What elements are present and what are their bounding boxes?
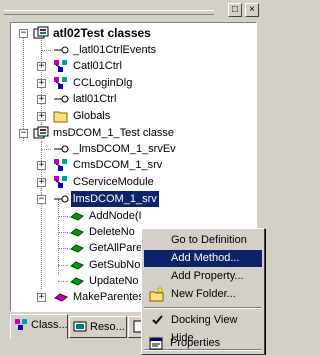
tree-node-label: Catl01Ctrl — [73, 60, 122, 72]
tree-node-label: _latl01CtrlEvents — [73, 44, 157, 56]
class-icon — [54, 60, 67, 72]
interface-icon — [54, 46, 69, 54]
resource-view-icon — [73, 321, 87, 332]
project-icon — [33, 26, 49, 39]
tree-node-label: UpdateNo — [89, 275, 139, 287]
method-icon — [70, 277, 84, 286]
expand-toggle[interactable]: + — [37, 79, 46, 88]
menu-item-label: Add Method... — [171, 252, 240, 264]
method-icon — [70, 261, 84, 270]
tree-node-label: CmsDCOM_1_srv — [73, 159, 163, 171]
tree-line — [23, 37, 24, 141]
menu-item-go-to-definition[interactable]: Go to Definition — [144, 232, 262, 249]
tab-class-view[interactable]: Class... — [10, 314, 68, 339]
panel-titlebar: □ × — [0, 0, 265, 22]
tree-node-label: DeleteNo — [89, 226, 135, 238]
menu-item-docking-view[interactable]: Docking View — [144, 312, 262, 329]
tree-line — [58, 232, 68, 233]
class-icon — [54, 77, 67, 89]
function-icon — [54, 293, 68, 302]
tab-resource-view[interactable]: Reso... — [69, 316, 127, 338]
expand-toggle[interactable]: + — [37, 95, 46, 104]
menu-item-add-property[interactable]: Add Property... — [144, 268, 262, 285]
tree-line — [58, 248, 68, 249]
tab-label: Class... — [31, 319, 68, 331]
tree-node-label: msDCOM_1_Test classe — [53, 127, 175, 139]
menu-item-add-method[interactable]: Add Method... — [144, 250, 262, 267]
menu-item-label: Go to Definition — [171, 234, 247, 246]
tree-node-label: GetSubNo — [89, 259, 141, 271]
tree-line — [58, 281, 68, 282]
tab-label: Reso... — [90, 321, 125, 333]
menu-item-label: Properties — [170, 337, 221, 349]
menu-item-properties[interactable]: Properties — [143, 335, 261, 352]
expand-toggle[interactable]: + — [37, 293, 46, 302]
tree-node-label: CCLoginDlg — [73, 77, 133, 89]
close-button[interactable]: × — [245, 3, 259, 17]
project-icon — [33, 126, 49, 139]
check-icon — [152, 315, 163, 325]
tree-line — [58, 265, 68, 266]
expand-toggle[interactable]: + — [37, 62, 46, 71]
menu-item-label: Add Property... — [171, 270, 244, 282]
expand-toggle[interactable]: + — [37, 112, 46, 121]
menu-separator — [144, 307, 262, 309]
tree-node-label: Globals — [73, 110, 111, 122]
interface-icon — [54, 145, 69, 153]
pin-button[interactable]: □ — [228, 3, 242, 17]
collapse-toggle[interactable]: − — [37, 195, 46, 204]
menu-item-label: New Folder... — [171, 288, 236, 300]
tree-line — [41, 149, 51, 150]
menu-item-label: Docking View — [171, 314, 238, 326]
tree-node-label: AddNode(I — [89, 210, 142, 222]
method-icon — [70, 212, 84, 221]
expand-toggle[interactable]: + — [37, 161, 46, 170]
interface-icon — [54, 95, 69, 103]
tree-line — [58, 199, 59, 275]
menu-item-new-folder[interactable]: New Folder... — [144, 286, 262, 303]
collapse-toggle[interactable]: − — [19, 129, 28, 138]
class-view-icon — [15, 319, 27, 330]
tree-node-label: _lmsDCOM_1_srvEv — [73, 143, 176, 155]
expand-toggle[interactable]: + — [37, 178, 46, 187]
method-icon — [70, 228, 84, 237]
class-icon — [54, 176, 67, 188]
properties-icon — [149, 337, 163, 350]
new-folder-icon — [149, 287, 164, 302]
tree-line — [41, 50, 51, 51]
tree-node-label: MakeParentes — [73, 291, 144, 303]
drag-grip[interactable] — [4, 10, 214, 15]
tree-node-label: latl01Ctrl — [73, 93, 117, 105]
folder-icon — [53, 111, 68, 123]
tree-node-label: GetAllPare — [89, 242, 143, 254]
interface-icon — [54, 195, 69, 203]
method-icon — [70, 244, 84, 253]
tree-node-label: atl02Test classes — [53, 26, 151, 40]
class-icon — [54, 159, 67, 171]
tree-node-label: CServiceModule — [73, 176, 154, 188]
tree-line — [58, 216, 68, 217]
tree-node-label: lmsDCOM_1_srv — [70, 190, 160, 208]
collapse-toggle[interactable]: − — [19, 29, 28, 38]
